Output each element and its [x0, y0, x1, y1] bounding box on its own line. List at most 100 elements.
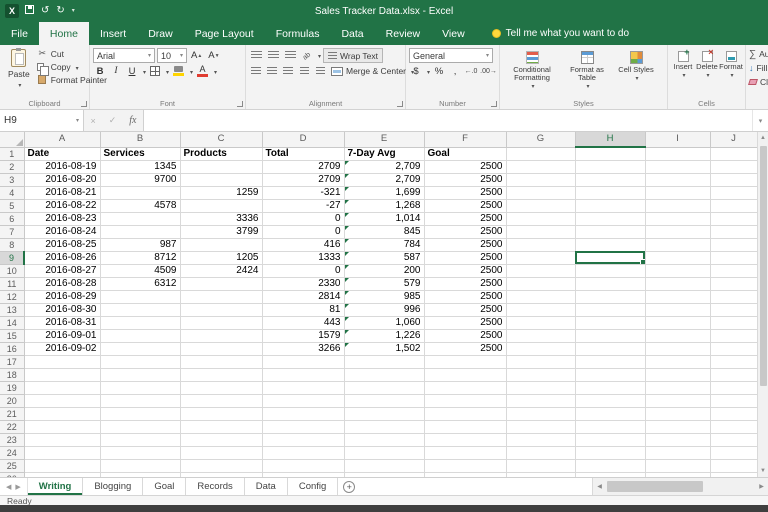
- cell-C24[interactable]: [180, 446, 262, 459]
- cell-G14[interactable]: [506, 316, 575, 329]
- cell-I18[interactable]: [645, 368, 710, 381]
- cell-A9[interactable]: 2016-08-26: [24, 251, 100, 264]
- currency-dropdown-icon[interactable]: [425, 66, 430, 77]
- cell-H4[interactable]: [575, 186, 645, 199]
- cell-H19[interactable]: [575, 381, 645, 394]
- cell-J6[interactable]: [710, 212, 757, 225]
- column-header-E[interactable]: E: [344, 132, 424, 147]
- scroll-down-icon[interactable]: ▼: [760, 465, 766, 477]
- cell-H2[interactable]: [575, 160, 645, 173]
- row-header-2[interactable]: 2: [0, 160, 24, 173]
- cell-A20[interactable]: [24, 394, 100, 407]
- cell-C12[interactable]: [180, 290, 262, 303]
- cell-D24[interactable]: [262, 446, 344, 459]
- cell-J24[interactable]: [710, 446, 757, 459]
- sheet-tab-writing[interactable]: Writing: [28, 478, 84, 495]
- cell-E9[interactable]: 587: [344, 251, 424, 264]
- cell-F1[interactable]: Goal: [424, 147, 506, 160]
- row-header-18[interactable]: 18: [0, 368, 24, 381]
- cell-A21[interactable]: [24, 407, 100, 420]
- bold-button[interactable]: B: [93, 64, 107, 78]
- new-sheet-button[interactable]: +: [338, 478, 360, 495]
- row-header-16[interactable]: 16: [0, 342, 24, 355]
- cell-A15[interactable]: 2016-09-01: [24, 329, 100, 342]
- cell-C18[interactable]: [180, 368, 262, 381]
- cell-E24[interactable]: [344, 446, 424, 459]
- cell-E4[interactable]: 1,699: [344, 186, 424, 199]
- cell-D25[interactable]: [262, 459, 344, 472]
- cell-E2[interactable]: 2,709: [344, 160, 424, 173]
- tab-file[interactable]: File: [0, 22, 39, 45]
- expand-formula-bar-icon[interactable]: ▾: [752, 110, 768, 131]
- cell-D3[interactable]: 2709: [262, 173, 344, 186]
- cell-G19[interactable]: [506, 381, 575, 394]
- cell-A26[interactable]: [24, 472, 100, 477]
- cell-G5[interactable]: [506, 199, 575, 212]
- cell-A13[interactable]: 2016-08-30: [24, 303, 100, 316]
- cell-D6[interactable]: 0: [262, 212, 344, 225]
- insert-function-icon[interactable]: fx: [129, 115, 136, 126]
- cell-D5[interactable]: -27: [262, 199, 344, 212]
- cell-F9[interactable]: 2500: [424, 251, 506, 264]
- cell-H3[interactable]: [575, 173, 645, 186]
- cell-J10[interactable]: [710, 264, 757, 277]
- underline-button[interactable]: U: [125, 64, 139, 78]
- sheet-tab-goal[interactable]: Goal: [143, 478, 186, 495]
- cell-E7[interactable]: 845: [344, 225, 424, 238]
- tell-me-box[interactable]: Tell me what you want to do: [492, 22, 629, 45]
- sheet-tab-data[interactable]: Data: [245, 478, 288, 495]
- tab-formulas[interactable]: Formulas: [265, 22, 331, 45]
- cell-F8[interactable]: 2500: [424, 238, 506, 251]
- cell-J16[interactable]: [710, 342, 757, 355]
- sheet-tab-blogging[interactable]: Blogging: [83, 478, 143, 495]
- cell-C22[interactable]: [180, 420, 262, 433]
- cell-C5[interactable]: [180, 199, 262, 212]
- cell-I1[interactable]: [645, 147, 710, 160]
- cell-F11[interactable]: 2500: [424, 277, 506, 290]
- cell-styles-button[interactable]: Cell Styles: [613, 47, 659, 97]
- row-header-8[interactable]: 8: [0, 238, 24, 251]
- cell-J20[interactable]: [710, 394, 757, 407]
- increase-indent-button[interactable]: [313, 64, 327, 78]
- format-as-table-button[interactable]: Format as Table: [561, 47, 613, 97]
- cell-I13[interactable]: [645, 303, 710, 316]
- cell-J2[interactable]: [710, 160, 757, 173]
- cell-F2[interactable]: 2500: [424, 160, 506, 173]
- vertical-scrollbar[interactable]: ▲ ▼: [757, 132, 768, 477]
- paste-dropdown-icon[interactable]: [16, 79, 21, 90]
- cell-H14[interactable]: [575, 316, 645, 329]
- cell-G10[interactable]: [506, 264, 575, 277]
- cell-H1[interactable]: [575, 147, 645, 160]
- select-all-corner[interactable]: [0, 132, 24, 147]
- clear-button[interactable]: Clear: [749, 75, 768, 89]
- cell-A11[interactable]: 2016-08-28: [24, 277, 100, 290]
- cell-D15[interactable]: 1579: [262, 329, 344, 342]
- cell-E13[interactable]: 996: [344, 303, 424, 316]
- cell-G17[interactable]: [506, 355, 575, 368]
- redo-button[interactable]: ↻: [56, 6, 64, 16]
- cell-G1[interactable]: [506, 147, 575, 160]
- decrease-font-size-button[interactable]: A: [206, 49, 221, 63]
- cell-H26[interactable]: [575, 472, 645, 477]
- cell-J18[interactable]: [710, 368, 757, 381]
- number-dialog-launcher[interactable]: [491, 101, 497, 107]
- cell-B19[interactable]: [100, 381, 180, 394]
- cell-E17[interactable]: [344, 355, 424, 368]
- cell-G2[interactable]: [506, 160, 575, 173]
- cell-F3[interactable]: 2500: [424, 173, 506, 186]
- cell-I17[interactable]: [645, 355, 710, 368]
- name-box[interactable]: H9 ▾: [0, 110, 84, 131]
- cell-I3[interactable]: [645, 173, 710, 186]
- cell-B17[interactable]: [100, 355, 180, 368]
- currency-format-button[interactable]: $: [409, 64, 423, 78]
- cell-J23[interactable]: [710, 433, 757, 446]
- cell-J26[interactable]: [710, 472, 757, 477]
- cell-C25[interactable]: [180, 459, 262, 472]
- cell-F5[interactable]: 2500: [424, 199, 506, 212]
- row-header-12[interactable]: 12: [0, 290, 24, 303]
- cell-F16[interactable]: 2500: [424, 342, 506, 355]
- horizontal-scroll-thumb[interactable]: [607, 481, 703, 492]
- cell-D23[interactable]: [262, 433, 344, 446]
- tab-draw[interactable]: Draw: [137, 22, 184, 45]
- cell-E23[interactable]: [344, 433, 424, 446]
